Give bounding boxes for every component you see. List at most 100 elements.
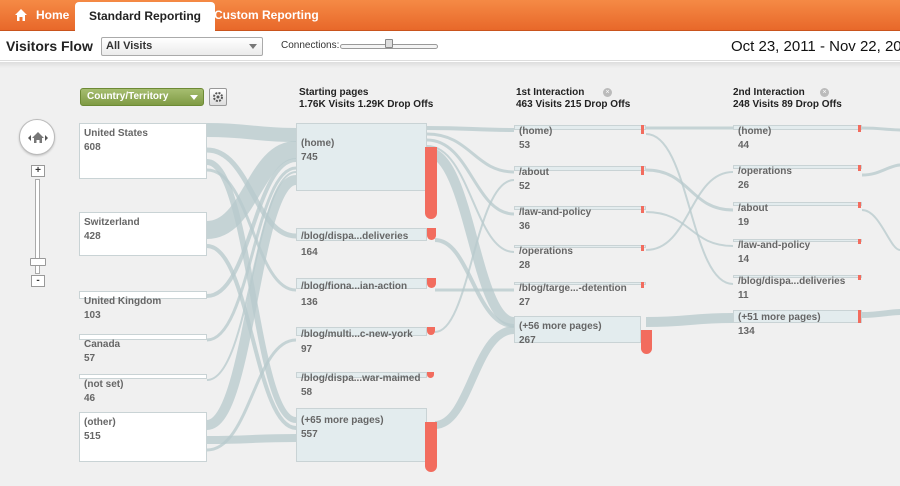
node-value: 97: [301, 344, 313, 355]
node-value: 267: [519, 335, 536, 346]
drop-off-bar[interactable]: [641, 330, 652, 354]
node-value: 27: [519, 297, 531, 308]
node-label: /blog/dispa...deliveries: [738, 276, 846, 287]
page-node[interactable]: /blog/dispa...war-maimed 58: [296, 372, 427, 398]
drop-off-bar[interactable]: [858, 275, 861, 280]
page-node[interactable]: /operations 26: [733, 165, 862, 191]
country-node[interactable]: (not set) 46: [79, 374, 207, 404]
pan-control[interactable]: [19, 119, 55, 155]
page-node[interactable]: (+65 more pages) 557: [296, 408, 427, 462]
page-node[interactable]: (+56 more pages) 267: [514, 316, 641, 346]
node-label: /about: [738, 203, 768, 214]
connections-slider-thumb[interactable]: [385, 39, 393, 48]
settings-button[interactable]: [209, 88, 227, 106]
drop-off-bar[interactable]: [641, 282, 644, 288]
drop-off-bar[interactable]: [425, 147, 437, 219]
drop-off-bar[interactable]: [641, 125, 644, 134]
node-label: (home): [519, 126, 553, 137]
page-node[interactable]: (home) 44: [733, 125, 862, 151]
close-icon[interactable]: ×: [603, 88, 612, 97]
page-node[interactable]: /blog/fiona...ian-action 136: [296, 278, 427, 308]
node-label: (+56 more pages): [519, 321, 602, 332]
node-label: /law-and-policy: [519, 207, 592, 218]
page-node[interactable]: /law-and-policy 36: [514, 206, 646, 232]
page-node[interactable]: /blog/multi...c-new-york 97: [296, 327, 427, 355]
tab-standard-reporting[interactable]: Standard Reporting: [75, 2, 216, 32]
page-node[interactable]: /about 19: [733, 202, 862, 228]
node-value: 515: [84, 431, 101, 442]
country-node[interactable]: Canada 57: [79, 334, 207, 364]
node-label: /operations: [519, 246, 573, 257]
date-range[interactable]: Oct 23, 2011 - Nov 22, 2011: [731, 38, 900, 55]
drop-off-bar[interactable]: [858, 202, 861, 208]
column-title: Starting pages: [299, 87, 369, 98]
node-value: 11: [738, 290, 749, 301]
node-value: 608: [84, 142, 101, 153]
zoom-out-button[interactable]: -: [31, 275, 45, 287]
node-label: /blog/fiona...ian-action: [301, 281, 408, 292]
zoom-in-button[interactable]: +: [31, 165, 45, 177]
drop-off-bar[interactable]: [641, 206, 644, 213]
page-node[interactable]: (home) 745: [296, 123, 427, 191]
node-label: /blog/dispa...war-maimed: [301, 373, 421, 384]
tab-custom-reporting[interactable]: Custom Reporting: [200, 0, 333, 31]
country-node[interactable]: United States 608: [79, 123, 207, 179]
dimension-select[interactable]: Country/Territory: [80, 88, 204, 106]
page-node[interactable]: /blog/targe...-detention 27: [514, 282, 646, 308]
node-label: United States: [84, 128, 148, 139]
node-label: Switzerland: [84, 217, 140, 228]
drop-off-bar[interactable]: [858, 165, 861, 171]
drop-off-bar[interactable]: [858, 125, 861, 132]
page-node[interactable]: (+51 more pages) 134: [733, 310, 862, 337]
column-title: 1st Interaction: [516, 87, 585, 98]
chevron-down-icon: [190, 95, 198, 100]
node-value: 103: [84, 310, 101, 321]
drop-off-bar[interactable]: [641, 245, 644, 251]
drop-off-bar[interactable]: [425, 422, 437, 472]
node-value: 26: [738, 180, 750, 191]
zoom-slider-thumb[interactable]: [30, 258, 46, 266]
drop-off-bar[interactable]: [858, 310, 861, 323]
page-node[interactable]: /law-and-policy 14: [733, 239, 862, 265]
segment-select[interactable]: All Visits: [101, 37, 263, 56]
page-node[interactable]: /about 52: [514, 166, 646, 192]
node-value: 58: [301, 387, 313, 398]
page-node[interactable]: /blog/dispa...deliveries 164: [296, 228, 427, 258]
node-value: 53: [519, 140, 531, 151]
drop-off-bar[interactable]: [858, 239, 861, 244]
node-value: 28: [519, 260, 531, 271]
column-subtitle: 1.76K Visits 1.29K Drop Offs: [299, 99, 434, 110]
flow-canvas[interactable]: + - Country/Territory Starting pages 1.7…: [0, 62, 900, 486]
page-node[interactable]: /operations 28: [514, 245, 646, 271]
country-node[interactable]: (other) 515: [79, 412, 207, 462]
home-icon: [15, 9, 27, 21]
page-node[interactable]: /blog/dispa...deliveries 11: [733, 275, 862, 301]
node-label: /law-and-policy: [738, 240, 811, 251]
column-subtitle: 463 Visits 215 Drop Offs: [516, 99, 631, 110]
country-node[interactable]: United Kingdom 103: [79, 291, 207, 321]
drop-off-bar[interactable]: [641, 166, 644, 175]
node-value: 557: [301, 429, 318, 440]
column-header-starting-pages: Starting pages 1.76K Visits 1.29K Drop O…: [299, 87, 433, 110]
country-node[interactable]: Switzerland 428: [79, 212, 207, 256]
segment-select-value: All Visits: [106, 40, 153, 52]
page-node[interactable]: (home) 53: [514, 125, 646, 151]
drop-off-bar[interactable]: [427, 278, 436, 288]
node-label: (other): [84, 417, 116, 428]
tab-home[interactable]: Home: [4, 0, 83, 31]
node-label: /operations: [738, 166, 792, 177]
close-icon[interactable]: ×: [820, 88, 829, 97]
node-label: /about: [519, 167, 549, 178]
node-label: (home): [301, 138, 335, 149]
node-label: (not set): [84, 379, 124, 390]
node-label: /blog/dispa...deliveries: [301, 231, 409, 242]
drop-off-bar[interactable]: [427, 327, 435, 335]
node-value: 745: [301, 152, 318, 163]
dimension-select-value: Country/Territory: [87, 91, 169, 102]
node-label: (home): [738, 126, 772, 137]
tab-home-label: Home: [36, 8, 70, 22]
node-value: 428: [84, 231, 101, 242]
top-nav: Home Standard Reporting Custom Reporting: [0, 0, 900, 32]
home-icon: [28, 132, 48, 143]
drop-off-bar[interactable]: [427, 228, 436, 240]
